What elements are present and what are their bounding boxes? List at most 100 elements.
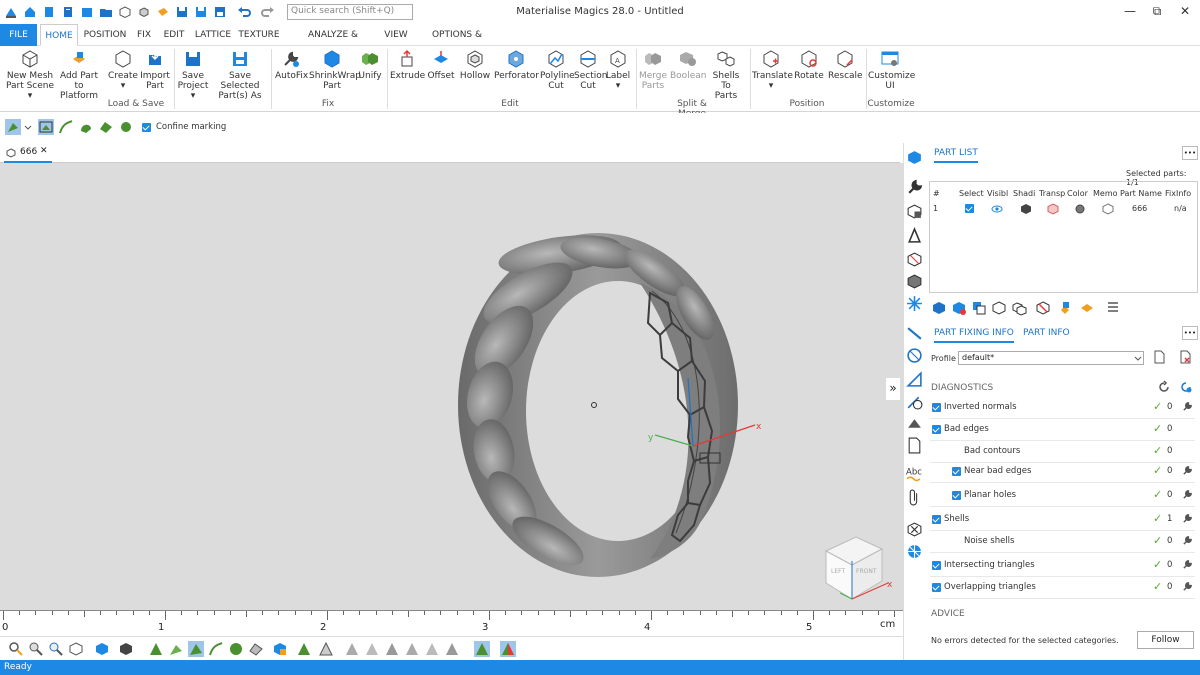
mark-shell-b-icon[interactable] [248,641,264,657]
diagnostic-row[interactable]: Near bad edges ✓ 0 [930,461,1195,483]
triangle-grey-1-icon[interactable] [344,641,360,657]
mark-surface-icon[interactable] [78,119,94,135]
offset-button[interactable]: Offset [426,49,456,97]
mark-plane-icon[interactable] [118,119,134,135]
part-tool-2-icon[interactable] [951,300,967,316]
tab-part-info[interactable]: PART INFO [1023,328,1070,338]
mark-window-icon[interactable] [38,119,54,135]
boolean-button[interactable]: Boolean [670,49,706,97]
mark-curve-icon[interactable] [58,119,74,135]
follow-button[interactable]: Follow [1137,631,1194,649]
cut-panel-icon[interactable] [906,251,923,268]
diagnostic-row[interactable]: Inverted normals ✓ 0 [930,397,1195,419]
import-part-button[interactable]: Import Part [140,49,170,97]
extrude-button[interactable]: Extrude [390,49,425,97]
fix-wrench-icon[interactable] [1182,401,1193,412]
expand-panel-button[interactable]: » [886,378,900,400]
shade-icon[interactable] [118,641,134,657]
row-select-checkbox[interactable] [965,204,974,213]
text-panel-icon[interactable]: Abc [906,465,923,482]
diagnostic-row[interactable]: Shells ✓ 1 [930,509,1195,531]
add-part-to-platform-button[interactable]: Add Part to Platform [56,49,102,101]
mark-curve-b-icon[interactable] [208,641,224,657]
attachment-panel-icon[interactable] [906,489,923,506]
create-button[interactable]: Create ▾ [108,49,138,97]
triangle-measure-panel-icon[interactable] [906,371,923,388]
new-project-icon[interactable] [41,4,57,20]
close-window-button[interactable]: ✕ [1175,2,1195,20]
quick-search-input[interactable]: Quick search (Shift+Q) [287,4,413,20]
zoom-icon[interactable] [8,641,24,657]
open-icon[interactable] [79,4,95,20]
mark-triangle-icon[interactable] [5,119,21,135]
triangle-outline-icon[interactable] [318,641,334,657]
cube-outline-icon[interactable] [117,4,133,20]
color-part-icon[interactable] [272,641,288,657]
shells-to-parts-button[interactable]: Shells To Parts [707,49,745,101]
save-as-icon[interactable] [193,4,209,20]
tab-position[interactable]: POSITION [82,24,128,46]
redo-icon[interactable] [260,4,276,20]
tab-analyze-report[interactable]: ANALYZE & REPORT [290,24,376,62]
zoom-window-icon[interactable] [28,641,44,657]
new-mesh-part-scene-button[interactable]: New Mesh Part Scene ▾ [4,49,56,101]
triangle-mixed-icon[interactable] [500,641,516,657]
part-tool-list-icon[interactable] [1105,300,1121,316]
tab-lattice[interactable]: LATTICE [193,24,233,46]
part-info-panel-icon[interactable] [906,203,923,220]
translate-button[interactable]: Translate ▾ [752,49,793,97]
diagnostic-checkbox[interactable] [952,467,961,476]
measure-panel-icon[interactable] [906,227,923,244]
perforator-button[interactable]: Perforator [494,49,539,97]
wrench-panel-icon[interactable] [906,179,923,196]
table-row[interactable]: 1 666 n/a [930,202,1197,218]
polyline-cut-button[interactable]: Polyline Cut [540,49,575,97]
profile-select[interactable]: default* [958,351,1144,365]
tab-options-help[interactable]: OPTIONS & HELP [420,24,494,62]
ring-model[interactable]: x y LEFT FRONT x [0,163,903,610]
triangle-select-icon[interactable] [474,641,490,657]
grid-panel-icon[interactable] [906,543,923,560]
triangle-mode-1-icon[interactable] [148,641,164,657]
rotate-button[interactable]: Rotate [794,49,824,97]
refresh-icon[interactable] [1157,380,1171,394]
document-tab[interactable]: 666 ✕ [4,145,52,163]
diagnostic-checkbox[interactable] [932,403,941,412]
view-cube-left[interactable]: LEFT [831,568,845,575]
checkbox[interactable] [142,123,151,132]
view-cube[interactable]: LEFT FRONT x [824,536,893,600]
fixing-more-button[interactable]: ••• [1182,326,1198,340]
tab-file[interactable]: FILE [0,24,37,46]
transparency-cube-icon[interactable] [1047,203,1059,215]
view-blue-icon[interactable] [94,641,110,657]
document-panel-icon[interactable] [906,437,923,454]
eye-icon[interactable] [991,203,1003,215]
circle-slash-panel-icon[interactable] [906,347,923,364]
lines-panel-icon[interactable] [906,325,923,342]
profile-document-icon[interactable] [1152,350,1166,364]
unify-button[interactable]: Unify [356,49,384,97]
light-panel-icon[interactable] [906,295,923,312]
tab-home[interactable]: HOME [40,24,78,46]
minimize-button[interactable]: — [1120,2,1140,20]
diagnostic-row[interactable]: Planar holes ✓ 0 [930,485,1195,507]
label-icon[interactable] [155,4,171,20]
part-tool-3-icon[interactable] [971,300,987,316]
new-file-icon[interactable] [60,4,76,20]
section-cut-button[interactable]: Section Cut [574,49,607,97]
fix-wrench-icon[interactable] [1182,559,1193,570]
part-list-panel-icon[interactable] [906,149,923,166]
fix-wrench-icon[interactable] [1182,535,1193,546]
triangle-grey-5-icon[interactable] [424,641,440,657]
triangle-grey-6-icon[interactable] [444,641,460,657]
folder-icon[interactable] [98,4,114,20]
diagnostic-checkbox[interactable] [932,561,941,570]
fix-wrench-icon[interactable] [1182,513,1193,524]
tab-texture[interactable]: TEXTURE [237,24,281,46]
part-list-more-button[interactable]: ••• [1182,146,1198,160]
memo-cube-icon[interactable] [1102,203,1114,215]
save-selected-parts-button[interactable]: Save Selected Part(s) As [212,49,268,101]
diagnostic-checkbox[interactable] [932,583,941,592]
settings-refresh-icon[interactable] [1179,380,1193,394]
view-cube-icon[interactable] [68,641,84,657]
